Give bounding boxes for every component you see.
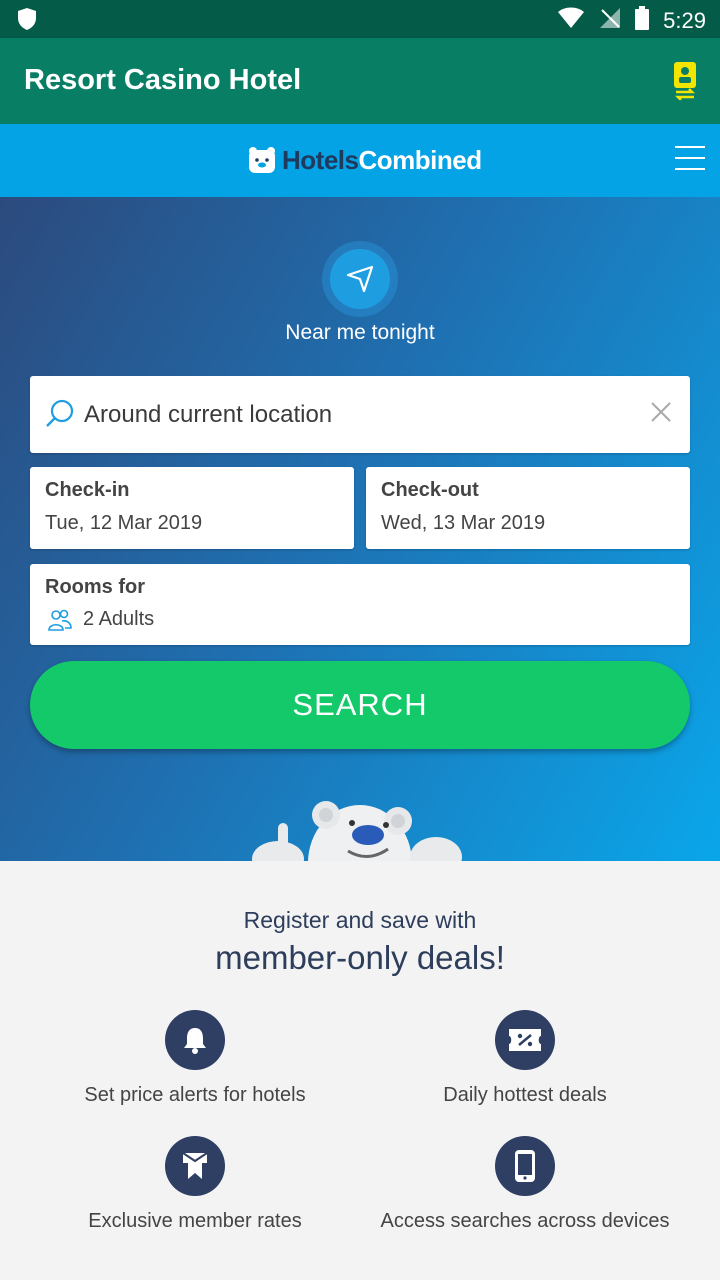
discount-ticket-icon [495,1010,555,1070]
feature-daily-deals: Daily hottest deals [360,1010,690,1108]
mobile-device-icon [495,1136,555,1196]
status-time: 5:29 [663,7,706,33]
bell-icon [165,1010,225,1070]
app-title: Resort Casino Hotel [24,64,302,96]
feature-label: Access searches across devices [380,1210,670,1232]
rooms-field[interactable]: Rooms for 2 Adults [30,564,690,645]
site-header: HotelsCombined [0,124,720,197]
ribbon-icon [165,1136,225,1196]
feature-member-rates: Exclusive member rates [30,1136,360,1234]
promo-headline: member-only deals! [215,939,505,976]
people-icon [48,609,72,636]
no-signal-icon [599,7,621,34]
bear-mascot-image [248,793,468,861]
logo-text-hotels: Hotels [282,144,359,175]
menu-line [675,157,705,159]
status-bar: 5:29 [0,0,720,38]
rooms-value: 2 Adults [83,608,155,630]
battery-icon [635,6,650,35]
bear-logo-icon [249,147,275,173]
menu-line [675,146,705,148]
rooms-label: Rooms for [45,576,145,598]
wifi-icon [557,7,585,34]
location-input[interactable]: Around current location [30,376,690,453]
hotelscombined-logo[interactable]: HotelsCombined [248,142,482,178]
member-promo: Register and save with member-only deals… [0,861,720,1280]
near-me-label: Near me tonight [285,321,435,344]
search-icon [44,398,76,435]
checkin-field[interactable]: Check-in Tue, 12 Mar 2019 [30,467,354,549]
feature-cross-device: Access searches across devices [360,1136,690,1234]
menu-line [675,168,705,170]
near-me-inner [330,249,390,309]
feature-label: Set price alerts for hotels [84,1084,306,1106]
phone-switch-icon [674,62,696,101]
location-arrow-icon [346,265,374,293]
feature-price-alerts: Set price alerts for hotels [30,1010,360,1108]
checkin-label: Check-in [45,479,130,501]
clear-icon[interactable] [650,401,672,428]
checkout-value: Wed, 13 Mar 2019 [381,512,546,534]
app-bar: Resort Casino Hotel [0,38,720,124]
near-me-button[interactable] [322,241,398,317]
hamburger-menu-icon[interactable] [675,146,705,172]
logo-text-combined: Combined [358,144,482,175]
logo-text: HotelsCombined [282,145,482,176]
checkout-field[interactable]: Check-out Wed, 13 Mar 2019 [366,467,690,549]
promo-line1: Register and save with [243,907,477,933]
feature-label: Exclusive member rates [88,1210,302,1232]
location-value: Around current location [84,401,333,428]
checkin-value: Tue, 12 Mar 2019 [45,512,203,534]
shield-icon [16,7,38,36]
phone-switch-button[interactable] [670,60,700,101]
checkout-label: Check-out [381,479,479,501]
search-button[interactable]: SEARCH [30,661,690,749]
feature-label: Daily hottest deals [443,1084,607,1106]
search-hero: Near me tonight Around current location … [0,197,720,861]
